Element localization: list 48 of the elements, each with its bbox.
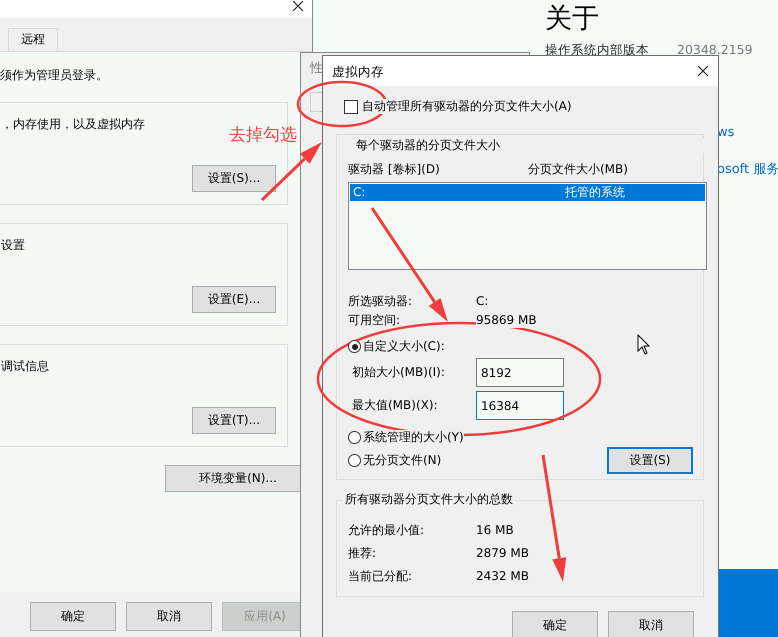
input-field[interactable]: 16384 xyxy=(476,391,564,420)
total-label: 当前已分配: xyxy=(348,569,414,584)
admin-note: 须作为管理员登录。 xyxy=(0,68,109,83)
dialog-button[interactable]: 确定 xyxy=(30,602,116,631)
dialog-button[interactable]: 确定 xyxy=(512,611,598,637)
group-title: 所有驱动器分页文件大小的总数 xyxy=(343,492,515,507)
tab[interactable]: 远程 xyxy=(8,28,58,51)
info-label: 可用空间: xyxy=(348,313,402,328)
radio-label: 无分页文件(N) xyxy=(363,453,442,468)
settings-button[interactable]: 设置(E)... xyxy=(192,286,276,313)
settings-button[interactable]: 设置(T)... xyxy=(192,407,276,434)
spec-label: 操作系统内部版本 xyxy=(545,42,649,57)
checkbox[interactable] xyxy=(344,100,358,114)
group-text: ，内存使用，以及虚拟内存 xyxy=(1,117,145,132)
info-value: 95869 MB xyxy=(476,313,537,328)
radio-label: 系统管理的大小(Y) xyxy=(363,430,464,445)
close-icon[interactable] xyxy=(697,65,709,77)
column-header: 分页文件大小(MB) xyxy=(528,162,628,177)
spec-value: 20348.2159 xyxy=(677,42,753,57)
group-text: 设置 xyxy=(1,238,25,253)
radio-button[interactable] xyxy=(348,431,361,444)
annotation-text: 去掉勾选 xyxy=(229,124,297,146)
radio-button[interactable] xyxy=(348,454,361,467)
group-text: 调试信息 xyxy=(1,359,49,374)
page-title: 关于 xyxy=(545,2,600,36)
settings-button[interactable]: 设置(S)... xyxy=(192,165,276,192)
cursor-icon xyxy=(637,334,651,355)
field-label: 初始大小(MB)(I): xyxy=(352,365,446,380)
total-label: 推荐: xyxy=(348,546,378,561)
radio-label: 自定义大小(C): xyxy=(363,339,445,354)
set-button[interactable]: 设置(S) xyxy=(607,447,693,474)
info-label: 所选驱动器: xyxy=(348,294,414,309)
field-label: 最大值(MB)(X): xyxy=(352,398,439,413)
column-header: 驱动器 [卷标](D) xyxy=(348,162,441,177)
total-value: 2879 MB xyxy=(476,546,529,561)
annotation-arrow xyxy=(260,142,322,202)
close-icon[interactable] xyxy=(292,0,304,12)
list-row[interactable]: C: 托管的系统 xyxy=(350,184,705,201)
total-label: 允许的最小值: xyxy=(348,523,426,538)
radio-button[interactable] xyxy=(348,340,361,353)
dialog-button[interactable]: 取消 xyxy=(126,602,212,631)
window-title: 性 xyxy=(310,61,323,76)
checkbox-label: 自动管理所有驱动器的分页文件大小(A) xyxy=(362,99,572,114)
total-value: 16 MB xyxy=(476,523,514,538)
total-value: 2432 MB xyxy=(476,569,529,584)
dialog-button[interactable]: 取消 xyxy=(608,611,694,637)
input-field[interactable]: 8192 xyxy=(476,358,564,387)
window-title: 虚拟内存 xyxy=(332,64,384,78)
